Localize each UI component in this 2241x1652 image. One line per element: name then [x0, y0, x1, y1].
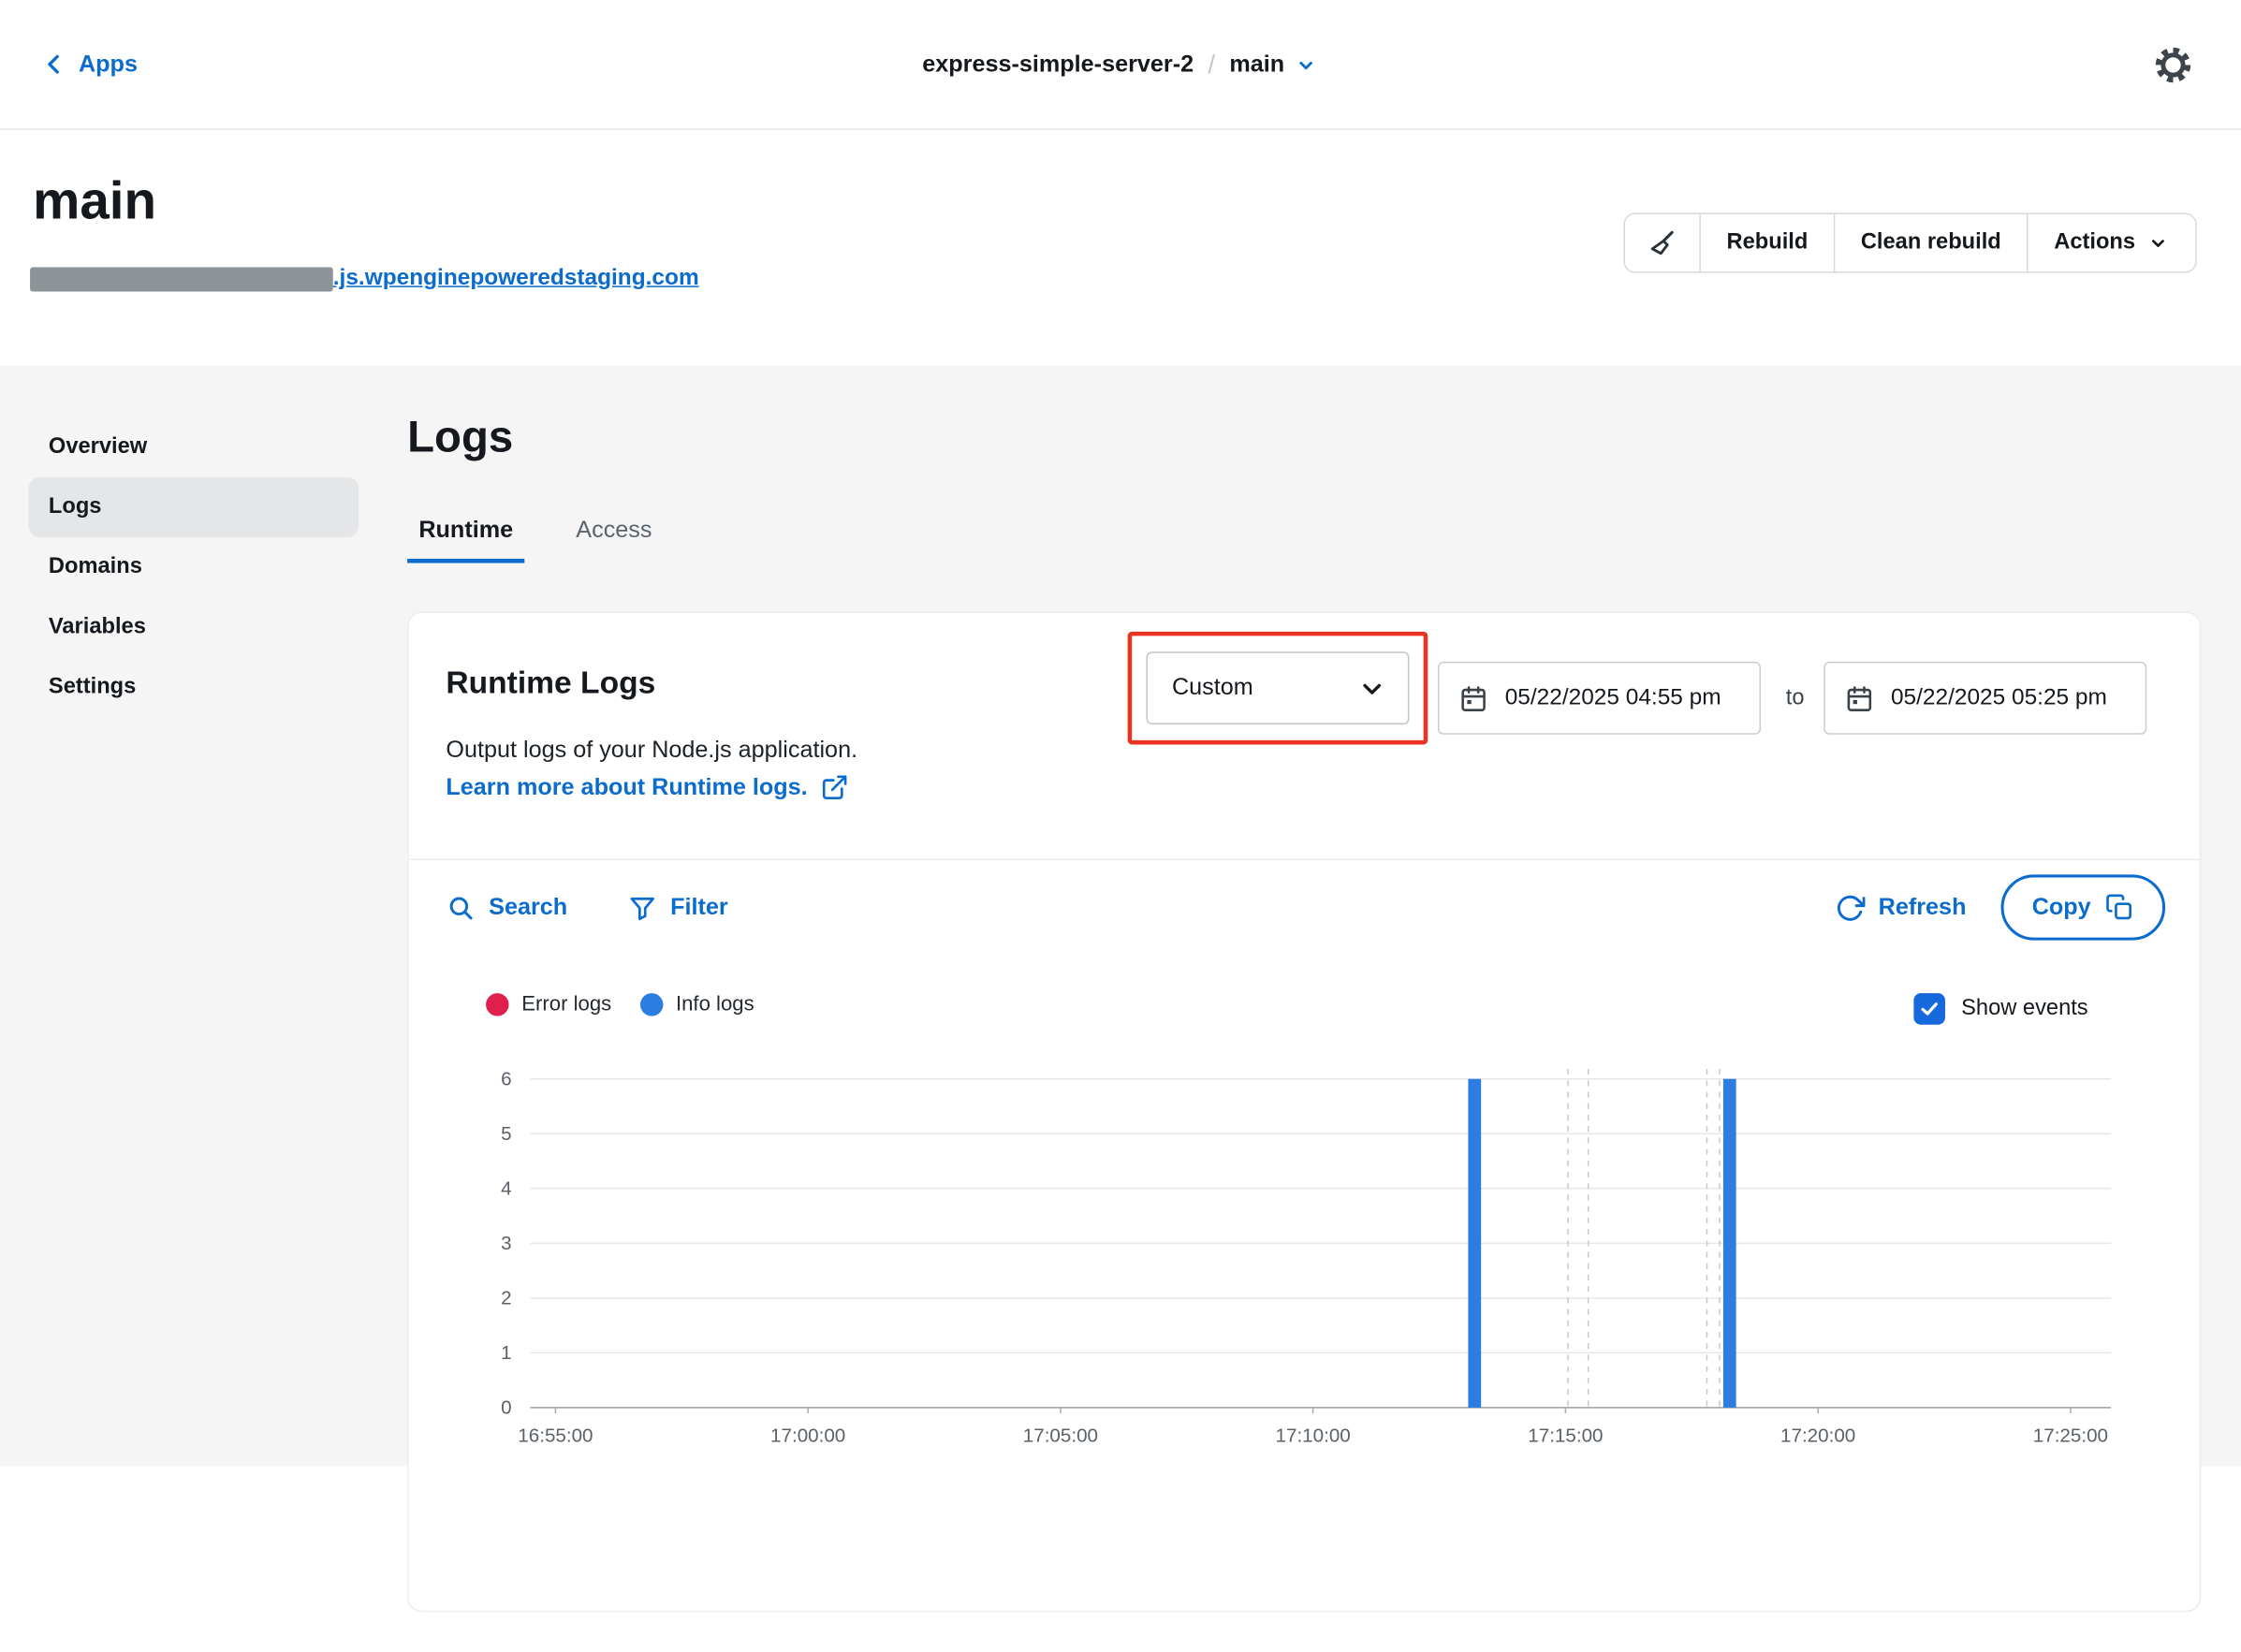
refresh-label: Refresh — [1879, 894, 1967, 921]
info-logs-dot — [640, 993, 663, 1016]
chevron-down-icon — [1295, 52, 1319, 77]
time-range-select[interactable]: Custom — [1146, 651, 1409, 724]
date-to-value: 05/22/2025 05:25 pm — [1891, 685, 2107, 710]
chevron-left-icon — [40, 50, 69, 79]
search-label: Search — [489, 894, 567, 921]
environment-switcher[interactable]: main — [1229, 51, 1318, 78]
error-logs-label: Error logs — [521, 993, 611, 1016]
date-from-input[interactable]: 05/22/2025 04:55 pm — [1438, 662, 1761, 735]
filter-icon — [627, 892, 657, 922]
filter-button[interactable]: Filter — [627, 892, 727, 922]
check-icon — [1918, 998, 1941, 1020]
error-logs-dot — [486, 993, 508, 1016]
calendar-icon — [1459, 684, 1488, 713]
show-events-checkbox[interactable] — [1914, 993, 1946, 1025]
sidebar-item-settings[interactable]: Settings — [29, 657, 359, 717]
svg-text:4: 4 — [501, 1178, 511, 1200]
svg-text:0: 0 — [501, 1397, 511, 1419]
learn-more-label: Learn more about Runtime logs. — [446, 774, 807, 801]
back-label: Apps — [79, 51, 138, 78]
section-title: Logs — [407, 412, 513, 463]
copy-label: Copy — [2032, 894, 2091, 921]
gear-icon — [2151, 42, 2195, 86]
environment-url-row: .js.wpenginepoweredstaging.com — [30, 266, 699, 291]
environment-url-link[interactable]: .js.wpenginepoweredstaging.com — [333, 266, 699, 291]
show-events-control: Show events — [1914, 993, 2088, 1025]
date-from-value: 05/22/2025 04:55 pm — [1505, 685, 1721, 710]
card-divider — [409, 859, 2200, 861]
svg-text:17:00:00: 17:00:00 — [770, 1425, 845, 1447]
content-area: Overview Logs Domains Variables Settings… — [0, 366, 2241, 1467]
actions-menu-label: Actions — [2054, 230, 2135, 256]
breadcrumb-app-name: express-simple-server-2 — [922, 51, 1194, 78]
sidebar: Overview Logs Domains Variables Settings — [29, 417, 359, 718]
sidebar-item-overview[interactable]: Overview — [29, 417, 359, 477]
time-range-value: Custom — [1172, 675, 1253, 702]
copy-button[interactable]: Copy — [2000, 874, 2165, 940]
chart-legend: Error logs Info logs — [486, 993, 754, 1016]
app-window: Apps express-simple-server-2 / main main… — [0, 0, 2241, 1466]
runtime-logs-chart: 0 1 2 3 4 5 6 16:55:00 17:00:00 17:05:00 17:10:00 1… — [446, 1053, 2146, 1482]
environment-name: main — [1229, 51, 1284, 78]
main-panel: Logs Runtime Access Runtime Logs Output … — [407, 366, 2201, 1652]
tab-access[interactable]: Access — [564, 503, 664, 563]
external-link-icon — [820, 773, 849, 802]
svg-text:3: 3 — [501, 1233, 511, 1254]
svg-text:16:55:00: 16:55:00 — [518, 1425, 593, 1447]
svg-text:6: 6 — [501, 1069, 511, 1090]
logs-toolbar: Search Filter — [446, 874, 2165, 940]
legend-item-error-logs: Error logs — [486, 993, 611, 1016]
top-bar: Apps express-simple-server-2 / main — [0, 0, 2241, 130]
svg-text:5: 5 — [501, 1123, 511, 1145]
filter-label: Filter — [670, 894, 728, 921]
clean-cache-button[interactable] — [1625, 214, 1699, 271]
refresh-icon — [1836, 892, 1866, 922]
calendar-icon — [1845, 684, 1874, 713]
refresh-button[interactable]: Refresh — [1836, 892, 1967, 922]
sidebar-item-domains[interactable]: Domains — [29, 537, 359, 597]
svg-text:17:15:00: 17:15:00 — [1528, 1425, 1603, 1447]
sidebar-item-variables[interactable]: Variables — [29, 597, 359, 657]
page-title: main — [33, 171, 156, 231]
range-to-label: to — [1769, 662, 1821, 735]
svg-text:17:05:00: 17:05:00 — [1023, 1425, 1098, 1447]
svg-text:1: 1 — [501, 1342, 511, 1364]
redacted-url-segment — [30, 267, 333, 291]
search-icon — [446, 892, 476, 922]
environment-actions: Rebuild Clean rebuild Actions — [1624, 212, 2197, 272]
rebuild-button[interactable]: Rebuild — [1700, 214, 1834, 271]
svg-text:17:20:00: 17:20:00 — [1780, 1425, 1855, 1447]
sidebar-item-logs[interactable]: Logs — [29, 477, 359, 537]
environment-header: main .js.wpenginepoweredstaging.com Rebu… — [0, 128, 2241, 365]
svg-text:17:10:00: 17:10:00 — [1276, 1425, 1351, 1447]
back-to-apps-link[interactable]: Apps — [40, 50, 138, 79]
chevron-down-icon — [1356, 672, 1388, 704]
search-button[interactable]: Search — [446, 892, 567, 922]
copy-icon — [2105, 893, 2134, 922]
chevron-down-icon — [2146, 231, 2169, 254]
clean-rebuild-button[interactable]: Clean rebuild — [1834, 214, 2027, 271]
show-events-label: Show events — [1961, 996, 2088, 1021]
breadcrumb: express-simple-server-2 / main — [922, 50, 1319, 80]
date-to-input[interactable]: 05/22/2025 05:25 pm — [1824, 662, 2146, 735]
svg-text:2: 2 — [501, 1288, 511, 1309]
legend-item-info-logs: Info logs — [640, 993, 754, 1016]
logs-tabs: Runtime Access — [407, 503, 664, 563]
actions-menu-button[interactable]: Actions — [2027, 214, 2195, 271]
broom-icon — [1647, 227, 1678, 259]
info-logs-label: Info logs — [676, 993, 754, 1016]
svg-text:17:25:00: 17:25:00 — [2033, 1425, 2108, 1447]
annotation-highlight-box: Custom — [1128, 632, 1428, 745]
settings-gear-button[interactable] — [2151, 42, 2195, 86]
runtime-logs-card: Runtime Logs Output logs of your Node.js… — [407, 611, 2201, 1612]
learn-more-link[interactable]: Learn more about Runtime logs. — [446, 773, 849, 802]
card-title: Runtime Logs — [446, 665, 655, 702]
tab-runtime[interactable]: Runtime — [407, 503, 524, 563]
card-description: Output logs of your Node.js application. — [446, 738, 857, 765]
breadcrumb-separator: / — [1208, 50, 1215, 80]
